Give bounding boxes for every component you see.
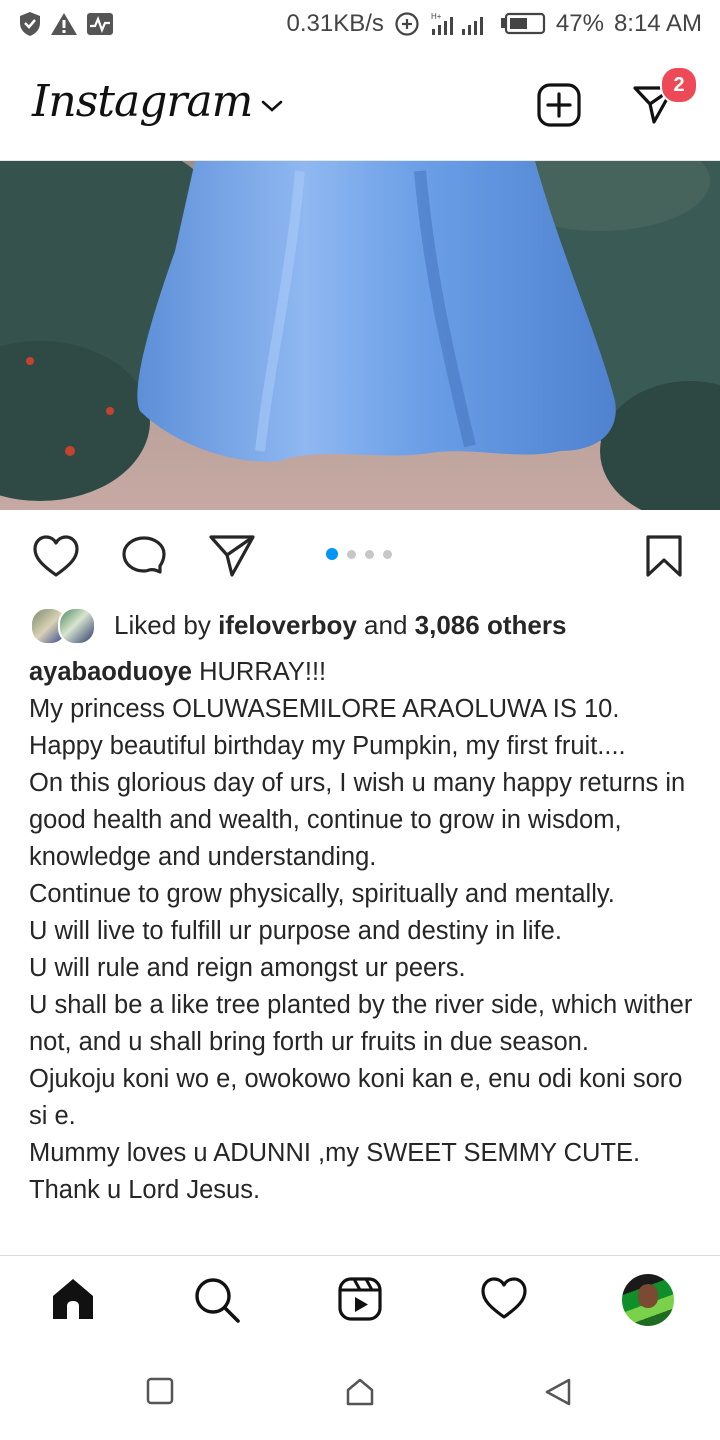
search-icon[interactable] [193,1276,241,1324]
caption-line: U shall be a like tree planted by the ri… [29,991,693,1056]
carousel-dot [347,549,356,559]
chevron-down-icon[interactable] [260,98,284,114]
clock: 8:14 AM [613,10,702,37]
caption-line: U will rule and reign amongst ur peers. [29,954,466,982]
home-icon[interactable] [50,1276,96,1322]
carousel-dot [365,549,374,559]
carousel-dot [383,549,392,559]
data-saver-icon [395,12,419,36]
caption-line: Ojukoju koni wo e, owokowo koni kan e, e… [29,1065,683,1130]
home-button-icon[interactable] [345,1377,375,1407]
likes-conj: and [364,609,408,640]
instagram-logo[interactable]: Instagram [32,76,253,127]
dm-badge: 2 [660,66,698,104]
caption-first-line: HURRAY!!! [199,658,327,686]
avatar-face [638,1284,658,1308]
system-nav-bar [0,1343,720,1440]
svg-text:H+: H+ [431,12,442,21]
battery-icon [500,12,545,35]
carousel-indicator [326,548,392,560]
likes-row[interactable]: Liked by ifeloverboy and 3,086 others [30,605,566,645]
network-speed: 0.31KB/s [286,10,384,37]
liker-avatar [58,607,96,645]
liker-avatars [30,605,102,645]
activity-heart-icon[interactable] [480,1276,528,1322]
signal-icon: H+ [431,12,483,35]
caption-line: Continue to grow physically, spiritually… [29,880,615,908]
app-header: Instagram 2 [0,50,720,161]
reels-icon[interactable] [337,1276,383,1322]
carousel-dot [326,548,338,560]
save-bookmark-icon[interactable] [644,534,684,578]
shield-icon [20,12,40,36]
back-icon[interactable] [544,1377,572,1407]
caption-line: On this glorious day of urs, I wish u ma… [29,769,686,871]
post-image[interactable] [0,161,720,510]
new-post-icon[interactable] [536,82,582,128]
activity-monitor-icon [87,13,113,35]
liker-username[interactable]: ifeloverboy [218,610,357,640]
like-heart-icon[interactable] [32,534,80,580]
caption-line: U will live to fulfill ur purpose and de… [29,917,562,945]
post-caption: ayabaoduoye HURRAY!!! My princess OLUWAS… [29,654,699,1209]
warning-icon [51,13,77,35]
battery-percent: 47% [555,10,604,37]
profile-avatar[interactable] [622,1274,674,1326]
caption-line: Mummy loves u ADUNNI ,my SWEET SEMMY CUT… [29,1139,641,1167]
caption-username[interactable]: ayabaoduoye [29,658,192,686]
recent-apps-icon[interactable] [146,1377,174,1405]
likes-count[interactable]: 3,086 others [415,610,567,640]
comment-icon[interactable] [120,534,168,582]
likes-prefix: Liked by [114,609,211,640]
caption-line: My princess OLUWASEMILORE ARAOLUWA IS 10… [29,695,620,723]
status-bar: 0.31KB/s H+ 47% 8:14 AM [0,0,720,50]
share-icon[interactable] [208,534,256,578]
caption-line: Happy beautiful birthday my Pumpkin, my … [29,732,626,760]
caption-line: Thank u Lord Jesus. [29,1176,261,1204]
likes-summary: Liked by ifeloverboy and 3,086 others [114,610,566,641]
bottom-nav [0,1255,720,1344]
